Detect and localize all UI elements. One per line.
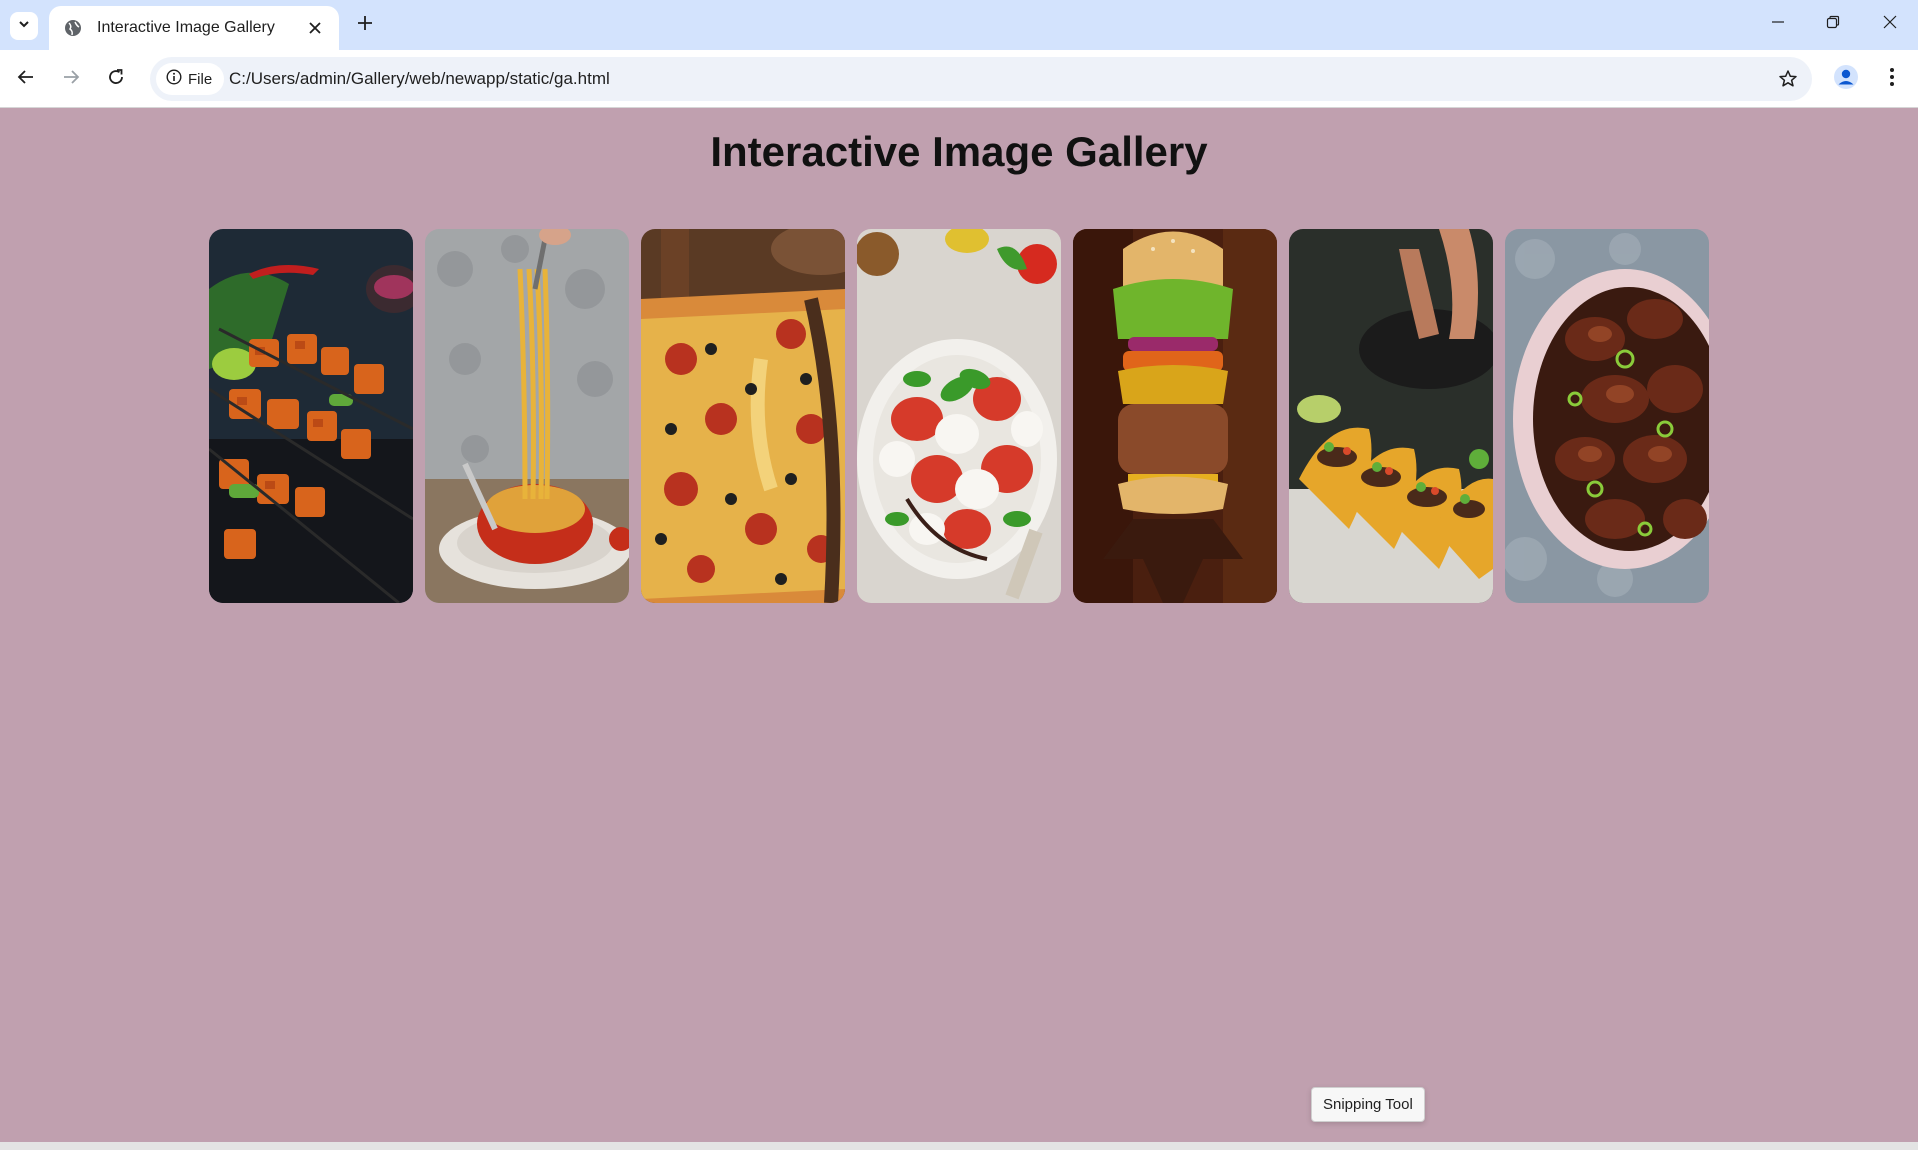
chevron-down-icon: [17, 17, 31, 36]
new-tab-button[interactable]: [351, 11, 379, 39]
page-title: Interactive Image Gallery: [710, 128, 1208, 175]
gallery-image-pizza[interactable]: [641, 229, 845, 603]
more-vertical-icon: [1889, 67, 1895, 92]
back-button[interactable]: [8, 61, 44, 97]
address-bar[interactable]: File C:/Users/admin/Gallery/web/newapp/s…: [150, 57, 1812, 101]
profile-button[interactable]: [1830, 63, 1862, 95]
bookmark-star-icon[interactable]: [1774, 65, 1802, 93]
gallery-image-chicken-bowl[interactable]: [1505, 229, 1709, 603]
gallery-image-tacos[interactable]: [1289, 229, 1493, 603]
restore-button[interactable]: [1805, 0, 1861, 48]
url-text[interactable]: C:/Users/admin/Gallery/web/newapp/static…: [229, 57, 610, 101]
close-tab-icon[interactable]: [303, 16, 327, 40]
site-info-label: File: [188, 70, 213, 88]
restore-icon: [1826, 15, 1840, 34]
taskbar: [0, 1142, 1918, 1150]
minimize-icon: [1771, 15, 1785, 34]
close-window-button[interactable]: [1862, 0, 1918, 48]
arrow-right-icon: [62, 68, 80, 91]
info-icon: [166, 69, 182, 89]
browser-toolbar: File C:/Users/admin/Gallery/web/newapp/s…: [0, 50, 1918, 108]
reload-icon: [107, 68, 125, 91]
tab-active[interactable]: Interactive Image Gallery: [49, 6, 339, 50]
globe-icon: [63, 18, 83, 38]
minimize-button[interactable]: [1750, 0, 1806, 48]
reload-button[interactable]: [98, 61, 134, 97]
tab-search-button[interactable]: [10, 12, 38, 40]
browser-menu-button[interactable]: [1876, 63, 1908, 95]
snipping-tool-tooltip: Snipping Tool: [1311, 1087, 1425, 1122]
gallery-image-paneer-tikka[interactable]: [209, 229, 413, 603]
gallery-image-caprese[interactable]: [857, 229, 1061, 603]
close-icon: [1883, 15, 1897, 34]
profile-avatar-icon: [1833, 64, 1859, 95]
forward-button[interactable]: [53, 61, 89, 97]
image-gallery: [209, 229, 1709, 603]
arrow-left-icon: [17, 68, 35, 91]
plus-icon: [357, 15, 373, 36]
tab-title: Interactive Image Gallery: [97, 19, 275, 36]
site-info-chip[interactable]: File: [156, 63, 225, 95]
tab-strip: Interactive Image Gallery: [0, 0, 1918, 50]
gallery-image-burger[interactable]: [1073, 229, 1277, 603]
gallery-image-spaghetti[interactable]: [425, 229, 629, 603]
